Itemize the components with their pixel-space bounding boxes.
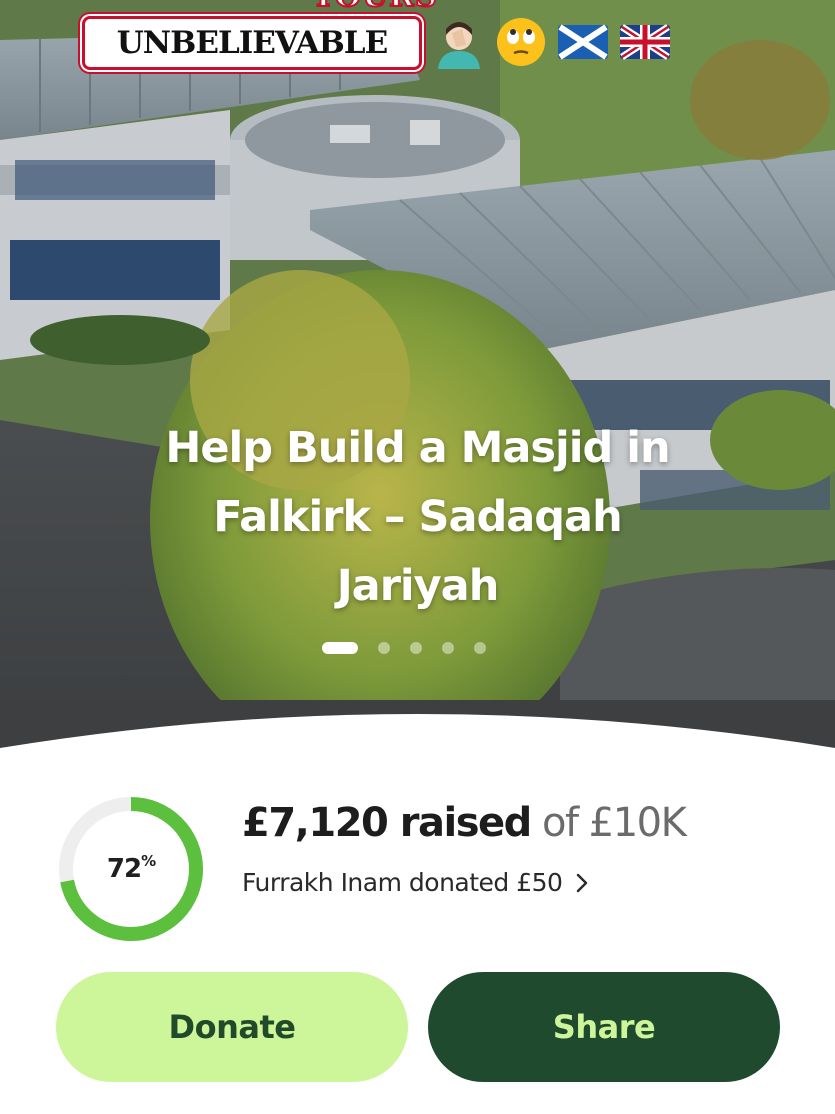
latest-donation-link[interactable]: Furrakh Inam donated £50 — [242, 868, 588, 897]
uk-flag-icon — [620, 24, 670, 60]
progress-percent: 72% — [56, 794, 206, 944]
carousel-pagination[interactable] — [322, 642, 486, 654]
meme-caption-overlay: YOURS UNBELIEVABLE — [0, 0, 835, 90]
progress-percent-symbol: % — [141, 852, 156, 870]
chevron-right-icon — [577, 873, 588, 892]
eye-roll-emoji-icon — [497, 18, 545, 66]
caption-banner-text: UNBELIEVABLE — [116, 25, 388, 61]
hero-bottom-curve — [0, 714, 835, 760]
carousel-dot-2[interactable] — [378, 642, 390, 654]
carousel-dot-3[interactable] — [410, 642, 422, 654]
caption-banner: UNBELIEVABLE — [82, 16, 422, 70]
donate-button[interactable]: Donate — [56, 972, 408, 1082]
facepalm-emoji-icon — [438, 22, 480, 69]
scotland-flag-icon — [558, 24, 608, 60]
caption-top-text: YOURS — [250, 0, 500, 12]
emoji-row — [432, 14, 672, 70]
goal-amount: of £10K — [542, 800, 687, 846]
campaign-hero-image[interactable]: YOURS UNBELIEVABLE — [0, 0, 835, 760]
progress-ring: 72% — [56, 794, 206, 944]
carousel-dot-1[interactable] — [322, 642, 358, 654]
carousel-dot-4[interactable] — [442, 642, 454, 654]
raised-amount: £7,120 raised — [242, 800, 532, 846]
latest-donation-text: Furrakh Inam donated £50 — [242, 868, 563, 897]
progress-percent-value: 72 — [106, 854, 142, 884]
carousel-dot-5[interactable] — [474, 642, 486, 654]
share-button[interactable]: Share — [428, 972, 780, 1082]
campaign-title: Help Build a Masjid in Falkirk – Sadaqah… — [165, 423, 670, 611]
amount-raised: £7,120 raised of £10K — [242, 800, 687, 846]
